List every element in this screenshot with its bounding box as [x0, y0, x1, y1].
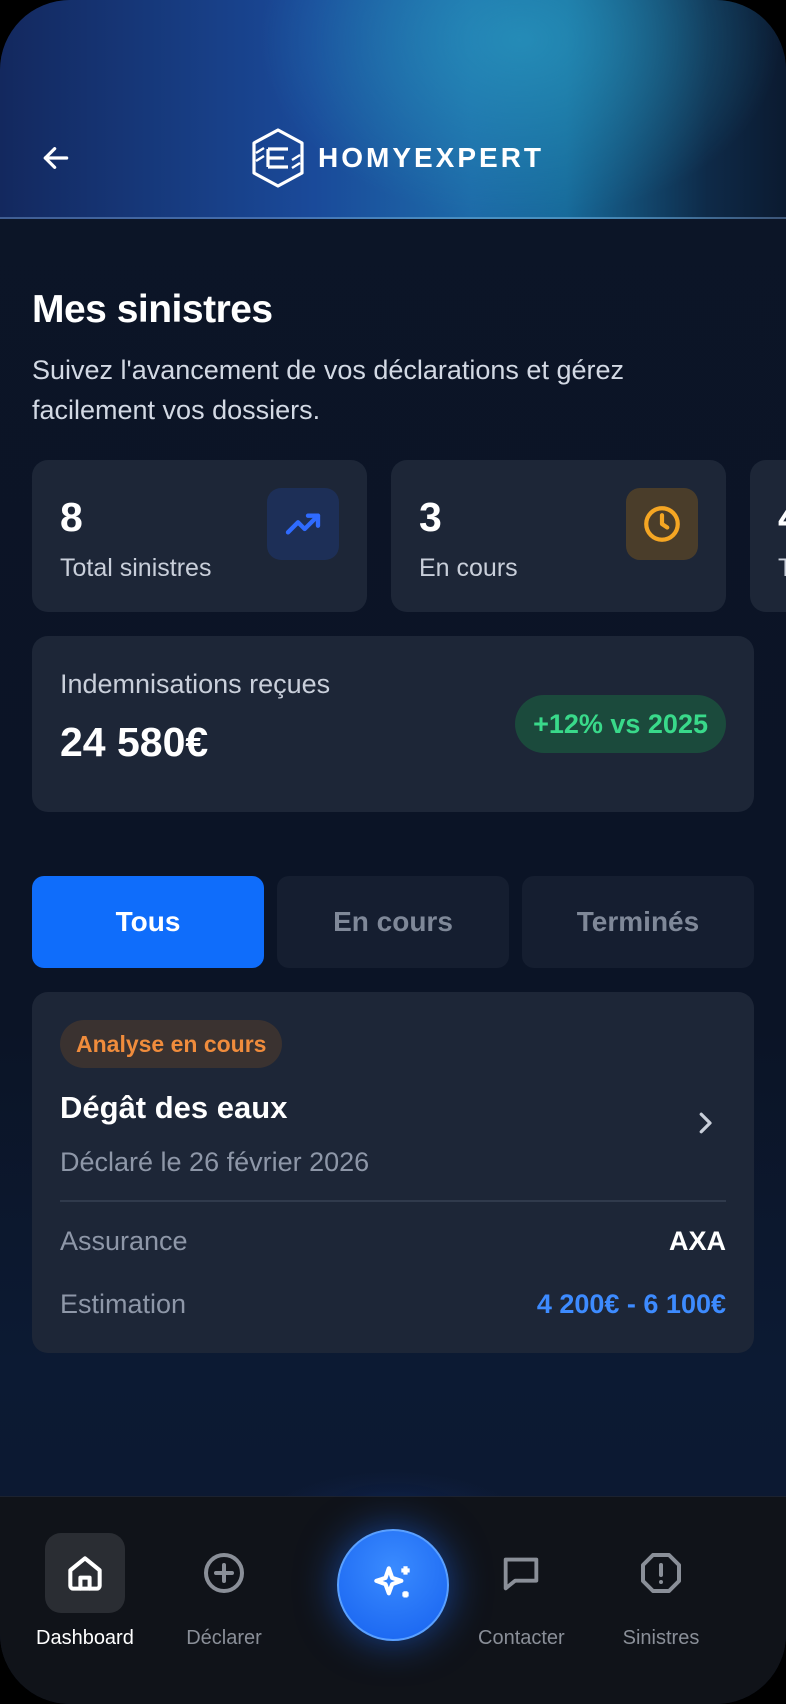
indemnity-label: Indemnisations reçues [60, 669, 331, 699]
estimate-value: 4 200€ - 6 100€ [536, 1289, 726, 1319]
claim-title: Dégât des eaux [60, 1090, 288, 1125]
claim-date: Déclaré le 26 février 2026 [60, 1147, 370, 1177]
tab-all[interactable]: Tous [32, 876, 264, 968]
nav-declare[interactable]: Déclarer [184, 1533, 264, 1650]
stat-icon-box [626, 488, 698, 560]
stat-card-completed[interactable]: 4 T [750, 460, 786, 612]
divider [60, 1200, 726, 1202]
plus-circle-icon [204, 1553, 244, 1593]
page-title: Mes sinistres [32, 288, 273, 331]
insurance-value: AXA [668, 1226, 726, 1256]
nav-icon-box [621, 1533, 701, 1613]
brand-name: HOMYEXPERT [318, 142, 545, 173]
stat-value: 4 [778, 494, 786, 541]
growth-badge: +12% vs 2025 [515, 695, 726, 753]
status-badge: Analyse en cours [60, 1020, 283, 1068]
nav-icon-box [184, 1533, 264, 1613]
arrow-left-icon [43, 147, 69, 169]
clock-icon [644, 506, 680, 542]
claim-card[interactable]: Analyse en cours Dégât des eaux Déclaré … [32, 992, 754, 1353]
indemnity-card: Indemnisations reçues 24 580€ +12% vs 20… [32, 636, 754, 812]
home-icon [68, 1556, 102, 1591]
stat-icon-box [267, 488, 339, 560]
nav-icon-box [481, 1533, 561, 1613]
trending-up-icon [285, 513, 321, 535]
message-square-icon [504, 1557, 539, 1591]
app-header: HOMYEXPERT [0, 0, 786, 219]
alert-octagon-icon [641, 1553, 681, 1593]
ai-assistant-button[interactable] [337, 1529, 449, 1641]
stat-card-total[interactable]: 8 Total sinistres [32, 460, 367, 612]
sparkles-icon [374, 1566, 410, 1598]
estimate-label: Estimation [60, 1289, 187, 1319]
nav-label: Déclarer [186, 1627, 262, 1649]
stat-label: En cours [419, 554, 518, 582]
nav-label: Sinistres [622, 1627, 700, 1649]
stat-label: T [778, 554, 786, 582]
stat-card-in-progress[interactable]: 3 En cours [391, 460, 726, 612]
phone-screen: HOMYEXPERT Mes sinistres Suivez l'avance… [0, 0, 786, 1704]
stat-value: 8 [60, 494, 83, 540]
nav-claims[interactable]: Sinistres [621, 1533, 701, 1650]
page-subtitle: Suivez l'avancement de vos déclarations … [32, 355, 624, 425]
indemnity-value: 24 580€ [60, 719, 209, 765]
insurance-label: Assurance [60, 1226, 188, 1256]
homyexpert-logo-icon [252, 128, 304, 188]
nav-icon-box [44, 1533, 125, 1613]
tab-completed[interactable]: Terminés [522, 876, 754, 968]
brand-logo: HOMYEXPERT [250, 126, 544, 190]
nav-label: Contacter [478, 1627, 565, 1649]
nav-contact[interactable]: Contacter [478, 1533, 565, 1650]
stat-label: Total sinistres [60, 554, 212, 582]
chevron-right-icon[interactable] [690, 1108, 720, 1138]
stat-value: 3 [419, 494, 442, 540]
nav-label: Dashboard [36, 1627, 134, 1649]
back-button[interactable] [36, 138, 76, 178]
tab-in-progress[interactable]: En cours [277, 876, 509, 968]
nav-dashboard[interactable]: Dashboard [36, 1533, 134, 1650]
